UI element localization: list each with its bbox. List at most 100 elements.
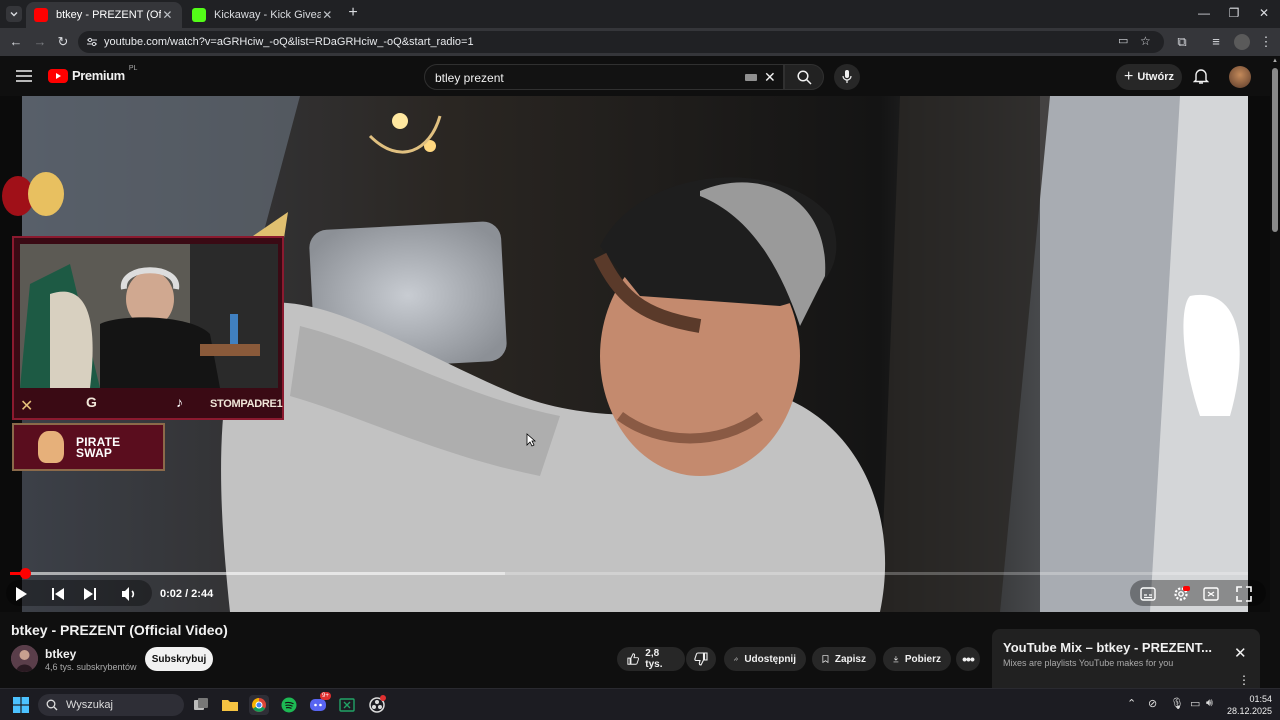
excel-icon[interactable] [337, 695, 357, 715]
logo-text: Premium [72, 68, 125, 83]
taskbar-search-placeholder: Wyszukaj [66, 699, 113, 711]
search-button[interactable] [784, 64, 824, 90]
save-label: Zapisz [834, 653, 866, 665]
channel-name[interactable]: btkey [45, 647, 76, 661]
network-icon[interactable]: ⊘ [1148, 697, 1157, 710]
windows-start-icon[interactable] [13, 697, 29, 713]
windows-taskbar: Wyszukaj 9+ ⌃ ⊘ 🎙︎ ▭ 🔊︎ 01:54 28.12.2025 [0, 688, 1280, 720]
previous-icon[interactable] [51, 587, 65, 601]
settings-gear-icon[interactable] [1172, 585, 1190, 603]
video-player[interactable]: ✕ G ♪ STOMPADRE1 PIRATE SWAP 0:02 / 2:44 [0, 96, 1270, 612]
discord-icon[interactable]: 9+ [308, 692, 331, 715]
like-count: 2,8 tys. [645, 648, 663, 670]
tab-label: Kickaway - Kick Giveaway Tool [214, 9, 321, 21]
scroll-up-arrow-icon[interactable]: ▲ [1272, 58, 1278, 64]
share-button[interactable]: Udostępnij [724, 647, 806, 671]
subtitles-icon[interactable] [1140, 587, 1156, 601]
channel-avatar[interactable] [11, 645, 38, 672]
create-button[interactable]: + Utwórz [1116, 64, 1182, 90]
scrubber-handle[interactable] [19, 568, 31, 579]
more-horizontal-icon: ••• [962, 651, 975, 667]
clear-search-icon[interactable]: ✕ [764, 69, 776, 86]
kick-favicon-icon [192, 8, 206, 22]
minimize-window-icon[interactable]: — [1194, 6, 1214, 20]
profile-avatar[interactable] [1234, 34, 1250, 50]
download-icon [893, 656, 899, 663]
more-actions-button[interactable]: ••• [956, 647, 980, 671]
subscriber-count: 4,6 tys. subskrybentów [45, 662, 137, 672]
page-scrollbar[interactable]: ▲ [1270, 56, 1280, 688]
forward-arrow-icon[interactable]: → [32, 34, 48, 50]
cast-icon[interactable]: ▭ [1118, 34, 1128, 47]
file-explorer-icon[interactable] [220, 695, 240, 715]
sponsor-name: PIRATE SWAP [76, 435, 121, 460]
site-settings-icon[interactable] [86, 36, 98, 48]
back-arrow-icon[interactable]: ← [8, 34, 24, 50]
theater-mode-icon[interactable] [1203, 587, 1219, 601]
play-icon[interactable] [14, 586, 28, 602]
create-label: Utwórz [1137, 71, 1174, 83]
taskbar-search-input[interactable]: Wyszukaj [38, 694, 184, 716]
clock-time: 01:54 [1249, 694, 1272, 704]
youtube-play-logo-icon [48, 68, 68, 83]
hamburger-menu-icon[interactable] [16, 70, 32, 82]
close-tab-icon[interactable]: ✕ [161, 8, 174, 22]
tiktok-icon: ♪ [176, 394, 183, 410]
team-logo-icon: G [86, 394, 97, 410]
browser-menu-icon[interactable]: ⋮ [1258, 34, 1274, 50]
share-label: Udostępnij [744, 653, 796, 665]
reload-icon[interactable]: ↻ [55, 34, 71, 50]
webcam-overlay: ✕ G ♪ STOMPADRE1 [12, 236, 284, 420]
tab-kickaway[interactable]: Kickaway - Kick Giveaway Tool ✕ [184, 2, 342, 28]
fullscreen-icon[interactable] [1236, 586, 1252, 602]
new-tab-button[interactable]: + [343, 4, 363, 22]
progress-bar[interactable] [10, 568, 1248, 579]
task-view-icon[interactable] [191, 695, 211, 715]
extensions-icon[interactable]: ⧉ [1174, 34, 1190, 50]
microphone-tray-icon[interactable]: 🎙︎ [1170, 697, 1184, 710]
mix-playlist-panel[interactable]: YouTube Mix – btkey - PREZENT... Mixes a… [992, 629, 1260, 691]
notifications-bell-icon[interactable] [1193, 68, 1209, 85]
keyboard-icon[interactable] [745, 74, 757, 81]
close-mix-icon[interactable]: ✕ [1234, 644, 1247, 662]
subscribe-button[interactable]: Subskrybuj [145, 647, 213, 671]
webcam-image [20, 244, 278, 388]
download-button[interactable]: Pobierz [883, 647, 951, 671]
save-button[interactable]: Zapisz [812, 647, 876, 671]
next-icon[interactable] [83, 587, 97, 601]
tab-youtube[interactable]: btkey - PREZENT (Official Video ✕ [26, 2, 182, 28]
show-hidden-icons-icon[interactable]: ⌃ [1127, 697, 1136, 710]
close-window-icon[interactable]: ✕ [1254, 6, 1274, 20]
scrollbar-thumb[interactable] [1272, 68, 1278, 232]
buffered-bar [10, 572, 506, 575]
display-icon[interactable]: ▭ [1190, 697, 1200, 710]
sponsor-banner: PIRATE SWAP [12, 423, 165, 471]
chrome-icon[interactable] [249, 695, 269, 715]
like-button[interactable]: 2,8 tys. [617, 647, 685, 671]
dislike-button[interactable] [686, 647, 716, 671]
reading-list-icon[interactable]: ≡ [1208, 34, 1224, 50]
speaker-icon[interactable]: 🔊︎ [1206, 697, 1213, 710]
mouse-cursor-icon [526, 433, 536, 447]
pirate-skull-icon [38, 431, 64, 463]
search-input[interactable]: btley prezent ✕ [424, 64, 784, 90]
tab-search-button[interactable] [6, 6, 22, 22]
restore-window-icon[interactable]: ❐ [1224, 6, 1244, 20]
download-label: Pobierz [904, 653, 941, 665]
close-tab-icon[interactable]: ✕ [321, 8, 334, 22]
youtube-logo[interactable]: Premium PL [48, 65, 137, 83]
system-clock[interactable]: 01:54 28.12.2025 [1220, 693, 1272, 717]
omnibox[interactable]: youtube.com/watch?v=aGRHciw_-oQ&list=RDa… [78, 31, 1164, 53]
streamer-handle: STOMPADRE1 [210, 398, 283, 410]
share-icon [734, 657, 739, 661]
volume-icon[interactable] [121, 586, 137, 602]
account-avatar[interactable] [1229, 66, 1251, 88]
mix-menu-icon[interactable]: ⋮ [1238, 673, 1250, 687]
bookmark-star-icon[interactable]: ☆ [1140, 34, 1151, 48]
url-text: youtube.com/watch?v=aGRHciw_-oQ&list=RDa… [104, 36, 474, 48]
spotify-icon[interactable] [279, 695, 299, 715]
kick-logo-icon: ✕ [20, 398, 34, 415]
voice-search-button[interactable] [834, 64, 860, 90]
mix-subtitle: Mixes are playlists YouTube makes for yo… [1003, 658, 1174, 668]
obs-recording-icon[interactable] [367, 695, 387, 715]
